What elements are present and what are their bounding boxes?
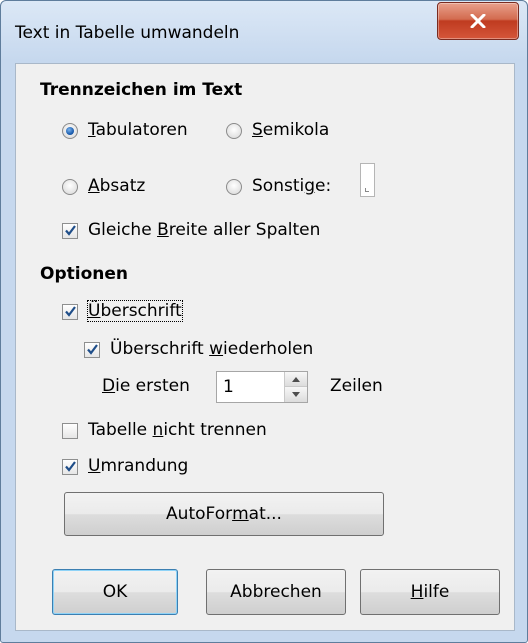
equal-width-checkbox[interactable] <box>62 223 78 239</box>
help-button[interactable]: Hilfe <box>360 569 500 615</box>
first-rows-value[interactable]: 1 <box>223 377 234 397</box>
separators-heading: Trennzeichen im Text <box>40 80 243 100</box>
ok-button[interactable]: OK <box>52 569 178 615</box>
dialog-title: Text in Tabelle umwandeln <box>15 23 240 43</box>
other-radio[interactable] <box>226 179 242 195</box>
border-label[interactable]: Umrandung <box>88 456 188 476</box>
border-checkbox[interactable] <box>62 459 78 475</box>
equal-width-label[interactable]: Gleiche Breite aller Spalten <box>88 220 320 240</box>
heading-checkbox[interactable] <box>62 304 78 320</box>
dont-split-checkbox[interactable] <box>62 423 78 439</box>
paragraph-label[interactable]: Absatz <box>88 176 145 196</box>
rows-suffix-label: Zeilen <box>330 376 383 396</box>
arrow-down-icon <box>292 392 300 397</box>
tabs-label[interactable]: Tabulatoren <box>88 120 188 140</box>
checkmark-icon <box>65 225 76 236</box>
dialog-window: Text in Tabelle umwandeln Trennzeichen i… <box>0 0 528 643</box>
options-heading: Optionen <box>40 264 128 284</box>
checkmark-icon <box>65 306 76 317</box>
spin-buttons <box>284 372 307 402</box>
other-separator-input[interactable] <box>360 163 375 197</box>
first-rows-spinbox[interactable]: 1 <box>216 371 308 403</box>
repeat-heading-label[interactable]: Überschrift wiederholen <box>110 339 313 359</box>
autoformat-button[interactable]: AutoFor m at... <box>64 492 384 536</box>
dialog-content: Trennzeichen im Text Tabulatoren Semikol… <box>15 63 515 631</box>
semicolons-label[interactable]: Semikola <box>252 120 329 140</box>
paragraph-radio[interactable] <box>62 179 78 195</box>
tabs-radio[interactable] <box>62 123 78 139</box>
repeat-heading-checkbox[interactable] <box>84 342 100 358</box>
close-icon <box>470 14 486 28</box>
semicolons-radio[interactable] <box>226 123 242 139</box>
dont-split-label[interactable]: Tabelle nicht trennen <box>88 420 267 440</box>
other-label[interactable]: Sonstige: <box>252 176 331 196</box>
title-bar[interactable]: Text in Tabelle umwandeln <box>1 1 527 61</box>
first-rows-label: Die ersten <box>102 376 190 396</box>
heading-label[interactable]: Überschrift <box>87 300 183 322</box>
spin-up-button[interactable] <box>285 372 307 387</box>
resize-grip-icon <box>365 188 369 192</box>
spin-down-button[interactable] <box>285 387 307 402</box>
close-button[interactable] <box>437 2 519 40</box>
checkmark-icon <box>65 461 76 472</box>
checkmark-icon <box>87 344 98 355</box>
cancel-button[interactable]: Abbrechen <box>206 569 346 615</box>
arrow-up-icon <box>292 376 300 382</box>
